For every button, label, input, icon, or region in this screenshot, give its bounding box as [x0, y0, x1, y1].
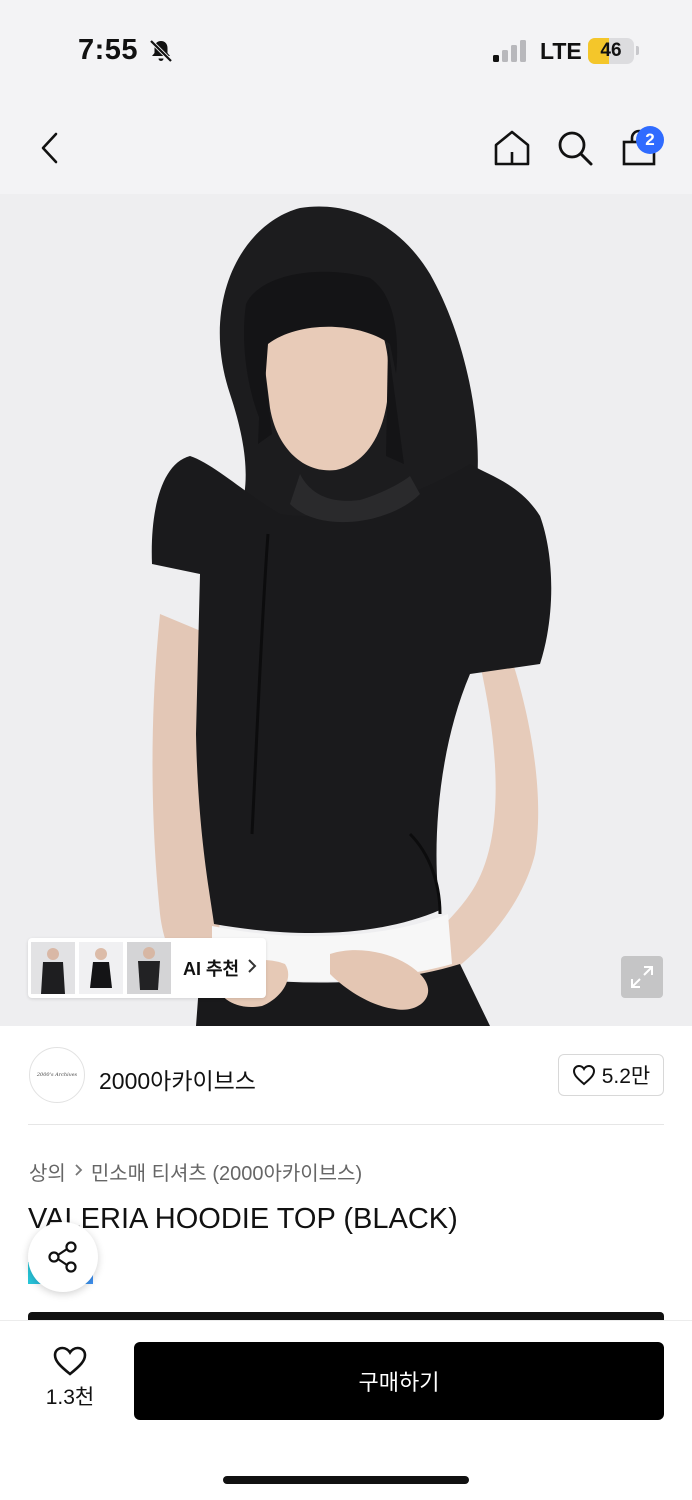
- ai-thumbnail[interactable]: [79, 942, 123, 994]
- bottom-action-bar: 1.3천 구매하기: [0, 1320, 692, 1500]
- product-image[interactable]: [0, 194, 692, 1026]
- heart-outline-icon: [53, 1346, 87, 1376]
- brand-name[interactable]: 2000아카이브스: [99, 1062, 256, 1096]
- thumbnail-image: [127, 942, 171, 994]
- brand-like-count: 5.2만: [601, 1065, 651, 1088]
- ai-recommend-button[interactable]: AI 추천: [28, 938, 266, 998]
- chevron-right-icon: [247, 958, 257, 979]
- cart-count-badge: 2: [636, 126, 664, 154]
- brand-row: 2000's Archives 2000아카이브스 5.2만: [0, 1026, 692, 1126]
- status-bar: 7:55 LTE 46: [0, 0, 692, 100]
- wishlist-button[interactable]: 1.3천: [30, 1345, 110, 1411]
- search-button[interactable]: [553, 126, 597, 170]
- heart-outline-icon: [572, 1064, 595, 1086]
- back-button[interactable]: [28, 126, 72, 170]
- product-photo: [0, 194, 692, 1026]
- bell-off-icon: [149, 39, 173, 63]
- wishlist-count: 1.3천: [45, 1386, 95, 1409]
- back-arrow-icon: [41, 132, 58, 164]
- share-icon: [48, 1241, 77, 1273]
- share-button[interactable]: [28, 1222, 98, 1292]
- breadcrumb-subcategory[interactable]: 민소매 티셔츠 (2000아카이브스): [91, 1157, 362, 1186]
- nav-bar: [0, 100, 692, 194]
- breadcrumb-category[interactable]: 상의: [29, 1157, 66, 1186]
- signal-icon: [493, 40, 526, 62]
- buy-button[interactable]: 구매하기: [134, 1342, 664, 1420]
- brand-like-button[interactable]: 5.2만: [558, 1054, 664, 1096]
- home-icon: [494, 130, 530, 166]
- search-icon: [558, 131, 593, 166]
- thumbnail-image: [79, 942, 123, 994]
- breadcrumb: 상의 민소매 티셔츠 (2000아카이브스): [29, 1157, 362, 1186]
- home-indicator: [223, 1476, 469, 1484]
- expand-icon: [631, 966, 653, 988]
- home-button[interactable]: [490, 126, 534, 170]
- battery-cap: [636, 46, 639, 55]
- status-time: 7:55: [78, 34, 139, 66]
- divider: [28, 1124, 664, 1125]
- chevron-right-icon: [74, 1161, 83, 1182]
- ai-thumbnail[interactable]: [127, 942, 171, 994]
- product-title: VALERIA HOODIE TOP (BLACK): [28, 1203, 458, 1235]
- brand-logo[interactable]: 2000's Archives: [29, 1047, 85, 1103]
- expand-image-button[interactable]: [621, 956, 663, 998]
- battery-icon: 46: [588, 38, 634, 64]
- ai-recommend-label: AI 추천: [183, 959, 240, 979]
- thumbnail-image: [31, 942, 75, 994]
- ai-thumbnail[interactable]: [31, 942, 75, 994]
- battery-level: 46: [600, 40, 622, 61]
- network-type: LTE: [540, 38, 582, 64]
